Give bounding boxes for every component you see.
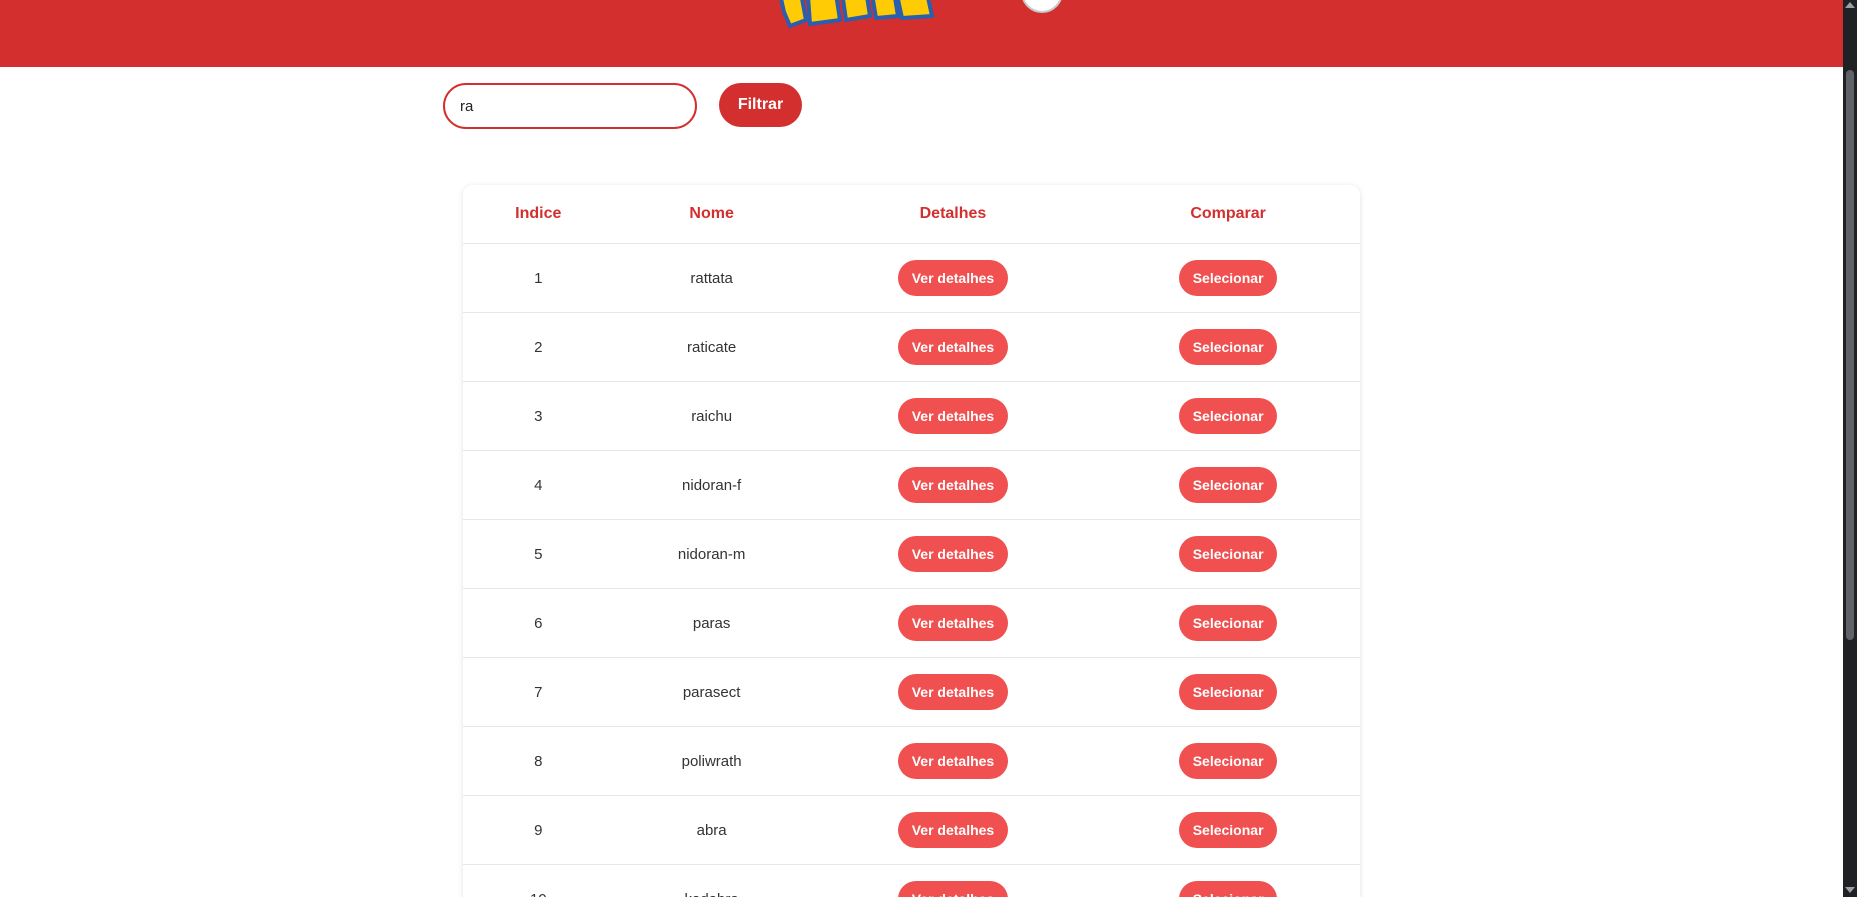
table-row: 2 raticate Ver detalhes Selecionar <box>463 312 1360 382</box>
select-button[interactable]: Selecionar <box>1179 674 1278 710</box>
cell-compare: Selecionar <box>1096 450 1360 520</box>
header-details: Detalhes <box>809 185 1097 244</box>
cell-index: 10 <box>463 864 614 897</box>
scrollbar-thumb[interactable] <box>1846 70 1854 640</box>
select-button[interactable]: Selecionar <box>1179 605 1278 641</box>
cell-index: 1 <box>463 243 614 313</box>
header-bar <box>0 0 1843 67</box>
cell-details: Ver detalhes <box>809 864 1097 897</box>
cell-name: parasect <box>613 657 810 727</box>
select-button[interactable]: Selecionar <box>1179 881 1278 897</box>
table-row: 10 kadabra Ver detalhes Selecionar <box>463 864 1360 897</box>
scroll-down-arrow-icon[interactable] <box>1845 887 1855 893</box>
cell-index: 8 <box>463 726 614 796</box>
cell-name: abra <box>613 795 810 865</box>
cell-name: kadabra <box>613 864 810 897</box>
header-name: Nome <box>613 185 810 244</box>
cell-details: Ver detalhes <box>809 312 1097 382</box>
select-button[interactable]: Selecionar <box>1179 743 1278 779</box>
page: Filtrar Indice Nome Detalhes Comparar 1 … <box>0 0 1857 897</box>
select-button[interactable]: Selecionar <box>1179 260 1278 296</box>
cell-compare: Selecionar <box>1096 381 1360 451</box>
select-button[interactable]: Selecionar <box>1179 398 1278 434</box>
cell-compare: Selecionar <box>1096 519 1360 589</box>
table-row: 6 paras Ver detalhes Selecionar <box>463 588 1360 658</box>
cell-compare: Selecionar <box>1096 726 1360 796</box>
scroll-up-arrow-icon[interactable] <box>1845 2 1855 8</box>
cell-name: rattata <box>613 243 810 313</box>
filter-input[interactable] <box>443 83 697 129</box>
details-button[interactable]: Ver detalhes <box>897 674 1008 710</box>
cell-index: 5 <box>463 519 614 589</box>
details-button[interactable]: Ver detalhes <box>897 398 1008 434</box>
select-button[interactable]: Selecionar <box>1179 812 1278 848</box>
select-button[interactable]: Selecionar <box>1179 467 1278 503</box>
cell-index: 7 <box>463 657 614 727</box>
details-button[interactable]: Ver detalhes <box>897 536 1008 572</box>
details-button[interactable]: Ver detalhes <box>897 329 1008 365</box>
table-row: 4 nidoran-f Ver detalhes Selecionar <box>463 450 1360 520</box>
cell-details: Ver detalhes <box>809 519 1097 589</box>
table-row: 7 parasect Ver detalhes Selecionar <box>463 657 1360 727</box>
cell-index: 6 <box>463 588 614 658</box>
cell-details: Ver detalhes <box>809 657 1097 727</box>
pokemon-table-card: Indice Nome Detalhes Comparar 1 rattata … <box>463 185 1360 897</box>
select-button[interactable]: Selecionar <box>1179 329 1278 365</box>
cell-name: paras <box>613 588 810 658</box>
pokemon-logo <box>779 0 1062 29</box>
cell-index: 3 <box>463 381 614 451</box>
cell-compare: Selecionar <box>1096 243 1360 313</box>
cell-details: Ver detalhes <box>809 243 1097 313</box>
filter-button[interactable]: Filtrar <box>719 83 802 127</box>
cell-index: 2 <box>463 312 614 382</box>
pokeball-icon <box>1022 0 1062 13</box>
cell-details: Ver detalhes <box>809 726 1097 796</box>
page-scrollbar[interactable] <box>1843 0 1857 897</box>
cell-index: 4 <box>463 450 614 520</box>
details-button[interactable]: Ver detalhes <box>897 812 1008 848</box>
logo-letters-icon <box>779 0 935 29</box>
header-compare: Comparar <box>1096 185 1360 244</box>
cell-details: Ver detalhes <box>809 381 1097 451</box>
details-button[interactable]: Ver detalhes <box>897 743 1008 779</box>
cell-name: raichu <box>613 381 810 451</box>
table-header-row: Indice Nome Detalhes Comparar <box>463 185 1360 244</box>
table-row: 1 rattata Ver detalhes Selecionar <box>463 243 1360 313</box>
cell-compare: Selecionar <box>1096 312 1360 382</box>
details-button[interactable]: Ver detalhes <box>897 467 1008 503</box>
table-row: 5 nidoran-m Ver detalhes Selecionar <box>463 519 1360 589</box>
cell-name: raticate <box>613 312 810 382</box>
cell-name: poliwrath <box>613 726 810 796</box>
table-row: 8 poliwrath Ver detalhes Selecionar <box>463 726 1360 796</box>
cell-compare: Selecionar <box>1096 588 1360 658</box>
cell-index: 9 <box>463 795 614 865</box>
cell-name: nidoran-m <box>613 519 810 589</box>
cell-compare: Selecionar <box>1096 657 1360 727</box>
header-index: Indice <box>463 185 614 244</box>
cell-details: Ver detalhes <box>809 795 1097 865</box>
cell-details: Ver detalhes <box>809 588 1097 658</box>
select-button[interactable]: Selecionar <box>1179 536 1278 572</box>
table-row: 9 abra Ver detalhes Selecionar <box>463 795 1360 865</box>
table-row: 3 raichu Ver detalhes Selecionar <box>463 381 1360 451</box>
cell-details: Ver detalhes <box>809 450 1097 520</box>
cell-name: nidoran-f <box>613 450 810 520</box>
pokemon-table: Indice Nome Detalhes Comparar 1 rattata … <box>463 185 1360 897</box>
cell-compare: Selecionar <box>1096 864 1360 897</box>
details-button[interactable]: Ver detalhes <box>897 260 1008 296</box>
cell-compare: Selecionar <box>1096 795 1360 865</box>
details-button[interactable]: Ver detalhes <box>897 605 1008 641</box>
details-button[interactable]: Ver detalhes <box>897 881 1008 897</box>
